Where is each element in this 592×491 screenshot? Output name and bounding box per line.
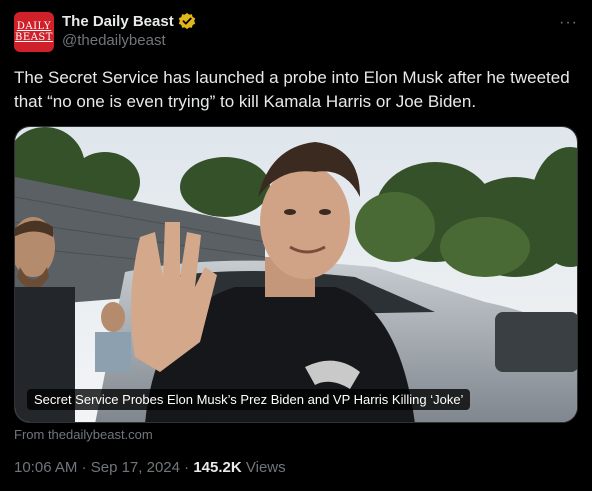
avatar-text-beast: BEAST xyxy=(15,32,53,43)
card-caption: Secret Service Probes Elon Musk’s Prez B… xyxy=(27,389,471,410)
meta-separator-2: · xyxy=(184,459,190,476)
tweet-time[interactable]: 10:06 AM xyxy=(14,459,77,476)
card-source-link[interactable]: From thedailybeast.com xyxy=(14,427,153,442)
avatar[interactable]: DAILY BEAST xyxy=(14,12,54,52)
tweet-date[interactable]: Sep 17, 2024 xyxy=(91,459,180,476)
display-name-row[interactable]: The Daily Beast xyxy=(62,11,196,31)
views-count: 145.2K xyxy=(193,459,242,476)
verified-badge-icon xyxy=(178,12,195,30)
card-photo xyxy=(15,127,577,422)
display-name[interactable]: The Daily Beast xyxy=(62,13,174,30)
tweet-meta: 10:06 AM · Sep 17, 2024 · 145.2K Views xyxy=(14,459,286,476)
tweet-text: The Secret Service has launched a probe … xyxy=(14,68,570,111)
meta-separator: · xyxy=(81,459,87,476)
avatar-text-daily: DAILY xyxy=(16,21,52,32)
handle[interactable]: @thedailybeast xyxy=(62,32,196,49)
tweet-header: DAILY BEAST The Daily Beast @thedailybea… xyxy=(14,10,578,54)
views-label: Views xyxy=(245,459,286,476)
link-card[interactable]: Secret Service Probes Elon Musk’s Prez B… xyxy=(14,126,578,423)
more-options-icon[interactable]: ··· xyxy=(559,14,578,32)
author-names: The Daily Beast @thedailybeast xyxy=(62,11,196,49)
